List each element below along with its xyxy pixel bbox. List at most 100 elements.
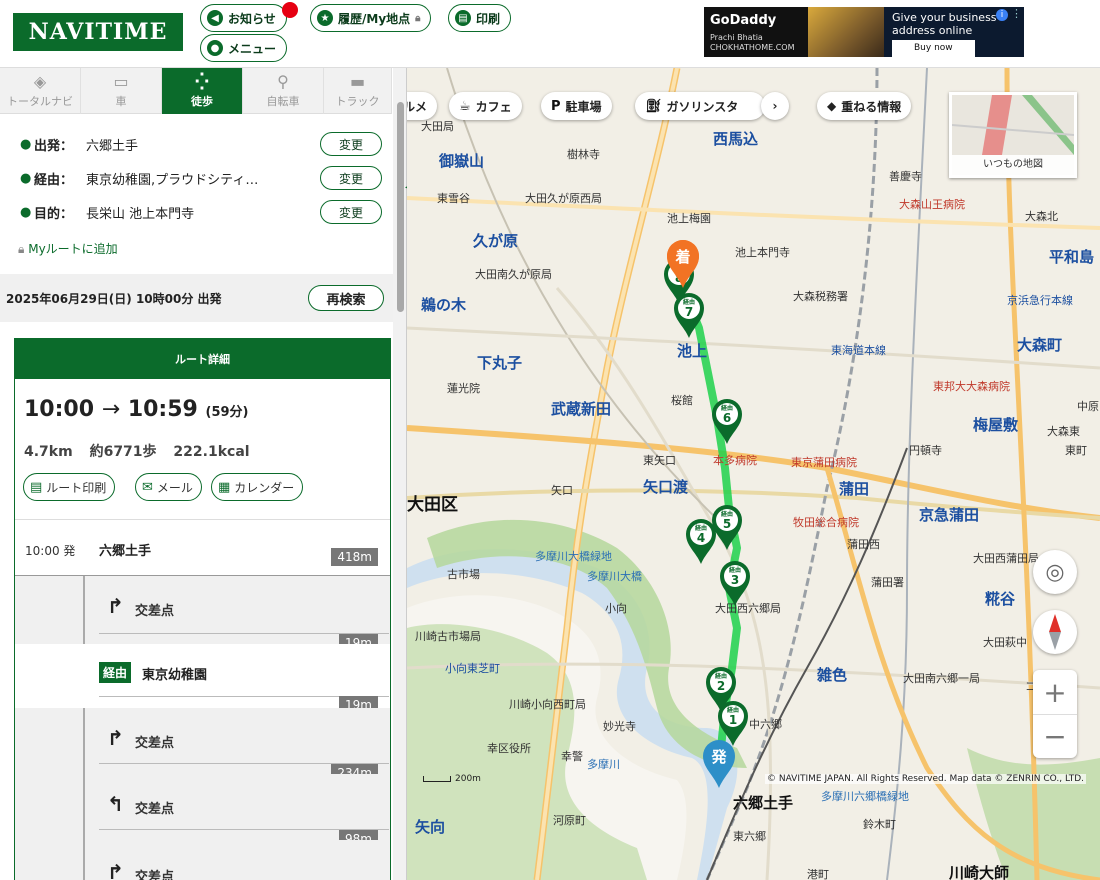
ad-photo xyxy=(808,7,884,57)
chip-gourmet[interactable]: ルメ xyxy=(407,92,438,120)
marker-via-5: 経由 5 xyxy=(712,505,742,550)
advertisement-banner[interactable]: GoDaddy Prachi Bhatia CHOKHATHOME.COM Gi… xyxy=(704,7,1024,57)
turn-right-icon: ↱ xyxy=(107,860,124,880)
zoom-out-button[interactable]: − xyxy=(1033,714,1077,758)
marker-via-label: 7 xyxy=(685,305,693,319)
calendar-button[interactable]: ▦ カレンダー xyxy=(211,473,304,501)
usual-map-thumbnail[interactable]: いつもの地図 xyxy=(949,92,1077,178)
route-time: 10:00 → 10:59 (59分) xyxy=(24,397,249,422)
lock-icon: 🔒︎ xyxy=(415,12,421,24)
marker-via-6: 経由 6 xyxy=(712,399,742,444)
scale-label: 200m xyxy=(455,774,481,784)
waypoint-departure: ● 出発： 六郷土手 変更 xyxy=(20,132,390,156)
turn-right-icon: ↱ xyxy=(107,594,124,618)
route-distance: 4.7km xyxy=(24,444,73,460)
waypoint-via: ● 経由： 東京幼稚園,プラウドシティ… 変更 xyxy=(20,166,390,190)
route-markers: 発 着 経由 1 経由 2 経由 3 xyxy=(664,240,750,788)
marker-via-label: 4 xyxy=(697,531,705,545)
zoom-in-button[interactable]: + xyxy=(1033,670,1077,714)
marker-start-label: 発 xyxy=(710,748,727,766)
chevron-right-icon: › xyxy=(772,99,778,113)
marker-via-label: 1 xyxy=(729,713,737,727)
layer-button[interactable]: ◆ 重ねる情報 xyxy=(817,92,912,120)
tab-truck[interactable]: ▬ トラック xyxy=(324,68,392,114)
calendar-icon: ▦ xyxy=(218,479,231,495)
cup-icon: ☕︎ xyxy=(459,98,471,114)
step-row-via[interactable]: 経由 東京幼稚園 19m xyxy=(15,644,390,714)
map[interactable]: 西馬込 御嶽山 久が原 鵜の木 下丸子 池上 武蔵新田 矢口渡 蒲田 京急蒲田 … xyxy=(407,68,1100,880)
pin-icon: ● xyxy=(20,205,32,220)
transport-mode-tabs: ◈ トータルナビ ▭ 車 ⁛ 徒歩 ⚲ 自転車 ▬ トラック xyxy=(0,68,392,114)
star-icon: ★ xyxy=(317,10,333,26)
map-copyright: © NAVITIME JAPAN. All Rights Reserved. M… xyxy=(765,774,1087,784)
fuel-icon: ⛽︎ xyxy=(645,98,662,114)
route-calories: 222.1kcal xyxy=(173,444,250,460)
tab-walk[interactable]: ⁛ 徒歩 xyxy=(162,68,243,114)
history-button[interactable]: ★ 履歴/My地点 🔒︎ xyxy=(310,4,432,32)
distance-badge: 418m xyxy=(331,548,378,566)
marker-via-label: 2 xyxy=(717,679,725,693)
tab-car[interactable]: ▭ 車 xyxy=(81,68,162,114)
chip-gas-station[interactable]: ⛽︎ ガソリンスタ xyxy=(635,92,765,120)
marker-via-label: 5 xyxy=(723,517,731,531)
tab-total-navi[interactable]: ◈ トータルナビ xyxy=(0,68,81,114)
printer-icon: ▤ xyxy=(30,479,43,495)
marker-start: 発 xyxy=(703,740,735,788)
scale-bar xyxy=(423,776,451,782)
chip-cafe[interactable]: ☕︎ カフェ xyxy=(449,92,522,120)
marker-via-3: 経由 3 xyxy=(720,561,750,606)
change-destination-button[interactable]: 変更 xyxy=(320,200,382,224)
add-myroute-link[interactable]: 🔒︎ Myルートに追加 xyxy=(18,240,118,257)
user-icon: ● xyxy=(207,40,223,56)
navitime-logo[interactable]: NAVITIME xyxy=(13,13,183,51)
route-detail-title: ルート詳細 xyxy=(15,339,390,379)
step-row[interactable]: ↱ 交差点 234m xyxy=(15,708,390,782)
crosshair-icon: ◎ xyxy=(1045,559,1065,585)
destination-value: 長栄山 池上本門寺 xyxy=(86,206,195,222)
usual-map-caption: いつもの地図 xyxy=(952,155,1074,175)
pin-icon: ● xyxy=(20,171,32,186)
route-stats: 4.7km 約6771歩 222.1kcal xyxy=(24,441,262,461)
svg-text:着: 着 xyxy=(674,248,690,266)
megaphone-icon: ◀ xyxy=(207,10,223,26)
chip-parking[interactable]: P 駐車場 xyxy=(541,92,612,120)
ad-close-icon[interactable]: ⋮ xyxy=(1011,7,1022,20)
step-row[interactable]: ↰ 交差点 98m xyxy=(15,774,390,848)
route-print-button[interactable]: ▤ ルート印刷 xyxy=(23,473,116,501)
change-via-button[interactable]: 変更 xyxy=(320,166,382,190)
sidebar: ◈ トータルナビ ▭ 車 ⁛ 徒歩 ⚲ 自転車 ▬ トラック ● 出発： 六郷土… xyxy=(0,68,407,880)
ad-buy-button[interactable]: Buy now xyxy=(892,40,975,57)
chips-next-button[interactable]: › xyxy=(761,92,789,120)
turn-left-icon: ↰ xyxy=(107,792,124,816)
ad-site: CHOKHATHOME.COM xyxy=(710,43,795,52)
compass-button[interactable] xyxy=(1033,610,1077,654)
route-detail-card: ルート詳細 10:00 → 10:59 (59分) 4.7km 約6771歩 2… xyxy=(14,338,391,880)
parking-icon: P xyxy=(551,98,561,114)
ad-person: Prachi Bhatia xyxy=(710,33,763,42)
step-row[interactable]: ↱ 交差点 xyxy=(15,840,390,880)
tab-bicycle[interactable]: ⚲ 自転車 xyxy=(243,68,324,114)
via-value: 東京幼稚園,プラウドシティ… xyxy=(86,172,259,188)
research-button[interactable]: 再検索 xyxy=(308,285,384,311)
step-start[interactable]: 10:00 発 六郷土手 418m xyxy=(15,520,390,576)
change-departure-button[interactable]: 変更 xyxy=(320,132,382,156)
notification-dot xyxy=(282,2,298,18)
menu-button[interactable]: ● メニュー xyxy=(200,34,288,62)
step-row[interactable]: ↱ 交差点 19m xyxy=(15,576,390,652)
header: NAVITIME ◀ お知らせ ● メニュー ★ 履歴/My地点 🔒︎ ▤ 印刷… xyxy=(0,0,1100,68)
route-steps: 約6771歩 xyxy=(89,444,157,460)
ad-info-icon[interactable]: i xyxy=(996,9,1008,21)
email-button[interactable]: ✉ メール xyxy=(135,473,202,501)
print-button[interactable]: ▤ 印刷 xyxy=(448,4,512,32)
mail-icon: ✉ xyxy=(142,479,153,495)
compass-icon xyxy=(1049,614,1061,650)
lock-icon: 🔒︎ xyxy=(18,242,25,256)
departure-datetime: 2025年06月29日(日) 10時00分 出発 xyxy=(6,292,222,306)
car-icon: ▭ xyxy=(113,72,129,91)
zoom-control: + − xyxy=(1033,670,1077,758)
current-location-button[interactable]: ◎ xyxy=(1033,550,1077,594)
waypoint-destination: ● 目的： 長栄山 池上本門寺 変更 xyxy=(20,200,390,224)
news-button[interactable]: ◀ お知らせ xyxy=(200,4,287,32)
via-tag: 経由 xyxy=(99,662,132,683)
scrollbar-thumb[interactable] xyxy=(397,102,404,312)
